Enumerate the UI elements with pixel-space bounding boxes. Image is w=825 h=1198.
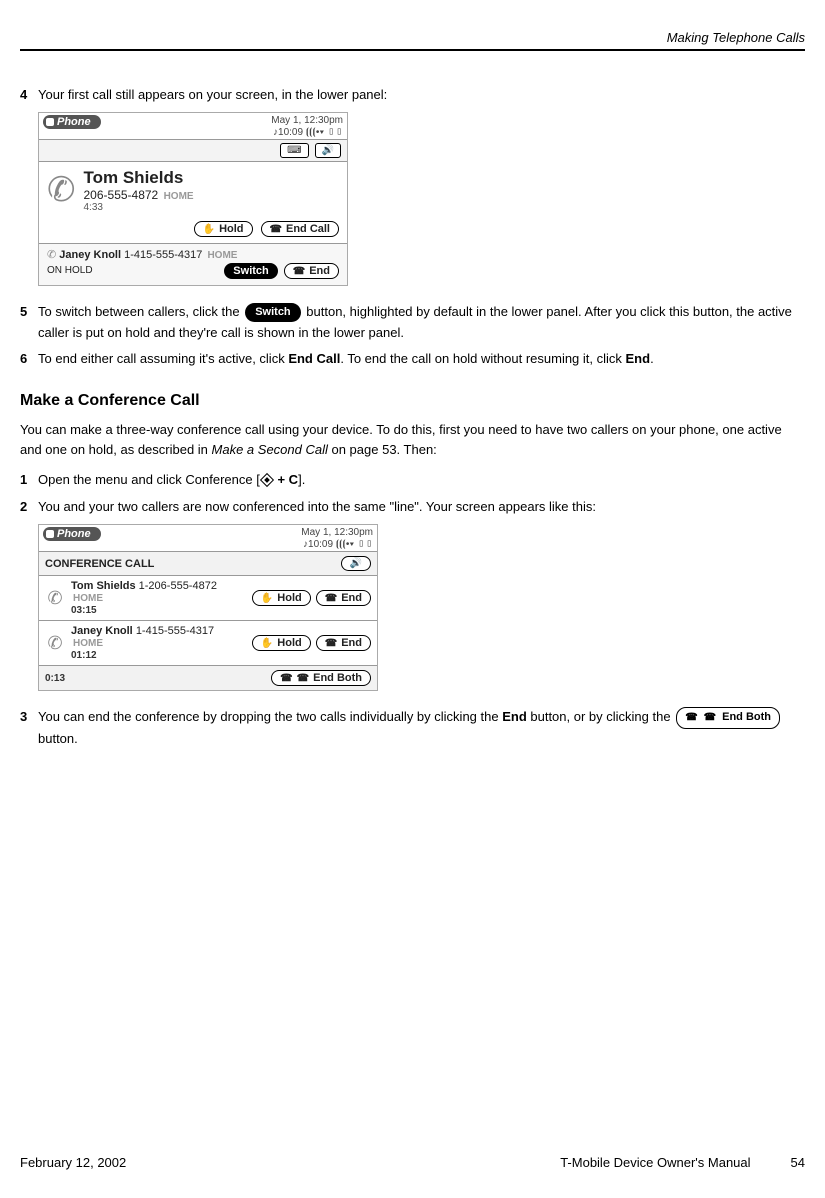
speaker-button[interactable] bbox=[341, 556, 371, 571]
step-text: To switch between callers, click the Swi… bbox=[38, 302, 805, 344]
hold-caller-number: 1-415-555-4317 bbox=[124, 249, 202, 261]
step-text: Your first call still appears on your sc… bbox=[38, 85, 805, 106]
caller2-duration: 01:12 bbox=[71, 650, 97, 661]
caller1-duration: 03:15 bbox=[71, 605, 97, 616]
step-number: 1 bbox=[20, 470, 38, 491]
handset-icon: ✆ bbox=[45, 633, 65, 654]
step-text: You can end the conference by dropping t… bbox=[38, 707, 805, 749]
end-call-button[interactable]: End Call bbox=[261, 221, 339, 237]
conf-step-2: 2 You and your two callers are now confe… bbox=[20, 497, 805, 518]
step-number: 2 bbox=[20, 497, 38, 518]
step-5: 5 To switch between callers, click the S… bbox=[20, 302, 805, 344]
phone-tab: Phone bbox=[43, 527, 101, 541]
end-button[interactable]: End bbox=[316, 635, 371, 651]
step-number: 6 bbox=[20, 349, 38, 370]
caller1-number: 1-206-555-4872 bbox=[139, 580, 217, 592]
conference-title: CONFERENCE CALL bbox=[45, 558, 154, 570]
on-hold-label: ON HOLD bbox=[47, 265, 218, 276]
end-both-button[interactable]: End Both bbox=[271, 670, 371, 686]
page-header: Making Telephone Calls bbox=[20, 30, 805, 51]
caller2-tag: HOME bbox=[73, 638, 103, 649]
hold-button[interactable]: Hold bbox=[252, 635, 311, 651]
end-button[interactable]: End bbox=[284, 263, 339, 279]
footer-manual: T-Mobile Device Owner's Manual bbox=[560, 1155, 750, 1170]
caller2-name: Janey Knoll bbox=[71, 625, 133, 637]
step-4: 4 Your first call still appears on your … bbox=[20, 85, 805, 106]
caller1-tag: HOME bbox=[73, 593, 103, 604]
step-number: 5 bbox=[20, 302, 38, 344]
step-number: 3 bbox=[20, 707, 38, 749]
handset-icon: ✆ bbox=[47, 173, 76, 207]
step-6: 6 To end either call assuming it's activ… bbox=[20, 349, 805, 370]
page-footer: February 12, 2002 T-Mobile Device Owner'… bbox=[20, 1155, 805, 1170]
status-time: May 1, 12:30pm ♪10:09 ⦗⦗⦗•▾ ▯▯ bbox=[271, 115, 343, 139]
conf-step-1: 1 Open the menu and click Conference [ +… bbox=[20, 470, 805, 491]
on-hold-panel: ✆ Janey Knoll 1-415-555-4317 HOME ON HOL… bbox=[39, 243, 347, 285]
keypad-icon bbox=[280, 143, 308, 158]
conf-step-3: 3 You can end the conference by dropping… bbox=[20, 707, 805, 749]
active-caller-tag: HOME bbox=[164, 191, 194, 202]
hold-caller-tag: HOME bbox=[207, 250, 237, 261]
section-intro: You can make a three-way conference call… bbox=[20, 420, 805, 460]
speaker-icon bbox=[315, 143, 341, 158]
phone-tab: Phone bbox=[43, 115, 101, 129]
caller1-name: Tom Shields bbox=[71, 580, 136, 592]
end-button[interactable]: End bbox=[316, 590, 371, 606]
hold-caller-name: Janey Knoll bbox=[59, 249, 121, 261]
footer-page: 54 bbox=[791, 1155, 805, 1170]
handset-icon: ✆ bbox=[45, 588, 65, 609]
menu-key-icon bbox=[260, 473, 274, 487]
active-call-duration: 4:33 bbox=[84, 202, 194, 213]
screenshot-two-calls: Phone May 1, 12:30pm ♪10:09 ⦗⦗⦗•▾ ▯▯ ✆ T… bbox=[38, 112, 805, 286]
switch-button-inline: Switch bbox=[245, 303, 300, 323]
section-heading: Make a Conference Call bbox=[20, 392, 805, 410]
hold-button[interactable]: Hold bbox=[252, 590, 311, 606]
step-text: To end either call assuming it's active,… bbox=[38, 349, 805, 370]
switch-button[interactable]: Switch bbox=[224, 263, 277, 279]
step-text: Open the menu and click Conference [ + C… bbox=[38, 470, 805, 491]
hold-button[interactable]: Hold bbox=[194, 221, 253, 237]
footer-date: February 12, 2002 bbox=[20, 1155, 126, 1170]
end-both-button-inline: End Both bbox=[676, 707, 780, 729]
status-time: May 1, 12:30pm ♪10:09 ⦗⦗⦗•▾ ▯▯ bbox=[301, 527, 373, 551]
caller2-number: 1-415-555-4317 bbox=[136, 625, 214, 637]
total-duration: 0:13 bbox=[45, 673, 65, 684]
step-number: 4 bbox=[20, 85, 38, 106]
active-caller-name: Tom Shields bbox=[84, 168, 194, 188]
step-text: You and your two callers are now confere… bbox=[38, 497, 805, 518]
screenshot-conference: Phone May 1, 12:30pm ♪10:09 ⦗⦗⦗•▾ ▯▯ CON… bbox=[38, 524, 805, 691]
active-caller-number: 206-555-4872 bbox=[84, 188, 159, 202]
